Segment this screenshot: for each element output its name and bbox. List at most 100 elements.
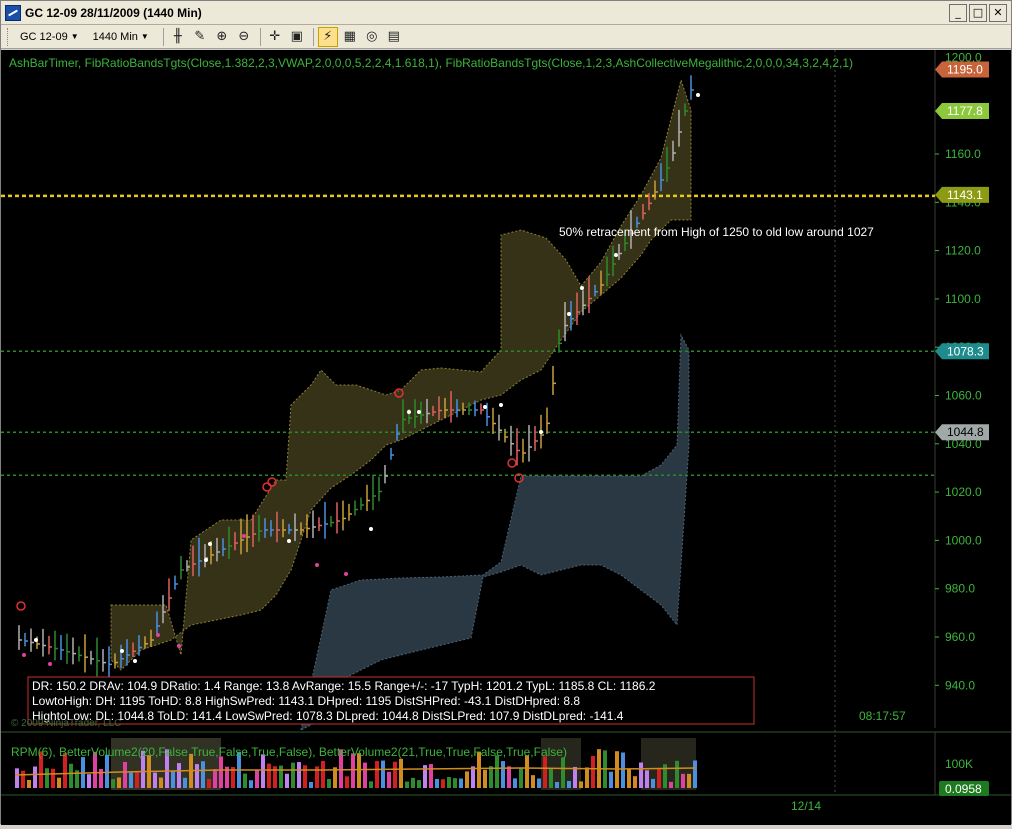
volume-bar <box>207 779 211 788</box>
price-tick-label: 980.0 <box>945 582 975 596</box>
zoom-in-icon[interactable]: ⊕ <box>212 27 232 47</box>
price-tick-label: 1020.0 <box>945 485 982 499</box>
volume-bar <box>561 757 565 788</box>
maximize-button[interactable]: □ <box>969 4 987 22</box>
volume-bar <box>555 781 559 788</box>
bar-dot <box>34 638 38 642</box>
volume-bar <box>579 781 583 788</box>
crosshair-icon[interactable]: ✛ <box>265 27 285 47</box>
volume-bar <box>489 766 493 788</box>
price-marker-label: 1177.8 <box>947 104 983 118</box>
chart-canvas[interactable]: 1160.01140.01120.01100.01080.01060.01040… <box>1 50 1011 825</box>
volume-bar <box>375 761 379 788</box>
bar-dot <box>499 403 503 407</box>
bar-dot <box>567 312 571 316</box>
info-box: DR: 150.2 DRAv: 104.9 DRatio: 1.4 Range:… <box>27 676 755 725</box>
volume-bar <box>609 771 613 788</box>
data-box-icon[interactable]: ▤ <box>384 27 404 47</box>
fib-bands <box>110 78 692 731</box>
retracement-annotation[interactable]: 50% retracement from High of 1250 to old… <box>559 225 874 239</box>
volume-bar <box>285 773 289 788</box>
volume-indicators-label[interactable]: RPM(6), BetterVolume2(20,False,True,Fals… <box>11 745 567 759</box>
strategies-icon[interactable]: ⚡ <box>317 26 338 47</box>
bar-dot-pink <box>315 563 319 567</box>
toolbar-separator <box>312 27 314 46</box>
price-marker-label: 1078.3 <box>947 344 984 358</box>
volume-bar <box>51 768 55 788</box>
chart-window: GC 12-09 28/11/2009 (1440 Min) _ □ ✕ GC … <box>0 0 1012 825</box>
bar-dot <box>287 539 291 543</box>
volume-bar <box>291 762 295 788</box>
volume-bar <box>429 764 433 788</box>
toolbar-grip[interactable] <box>7 27 10 46</box>
bar-dot <box>407 410 411 414</box>
volume-bar <box>201 761 205 788</box>
bar-timer: 08:17:57 <box>859 709 906 723</box>
bar-dot <box>204 558 208 562</box>
volume-bar <box>261 754 265 788</box>
price-tick-label: 1060.0 <box>945 389 982 403</box>
bar-type-icon[interactable]: ╫ <box>168 27 188 47</box>
volume-bar <box>567 781 571 788</box>
volume-bar <box>591 755 595 788</box>
volume-bar <box>369 781 373 788</box>
volume-bar <box>549 768 553 788</box>
volume-bar <box>543 756 547 788</box>
date-axis-label: 12/14 <box>791 799 821 813</box>
volume-bar <box>495 755 499 788</box>
close-button[interactable]: ✕ <box>989 4 1007 22</box>
bar-dot-pink <box>177 644 181 648</box>
price-chart[interactable]: 1160.01140.01120.01100.01080.01060.01040… <box>1 50 1011 825</box>
volume-bar <box>219 756 223 788</box>
instrument-selector[interactable]: GC 12-09 ▼ <box>16 28 83 46</box>
volume-bar <box>183 777 187 788</box>
bar-dot <box>614 253 618 257</box>
volume-bar <box>45 768 49 788</box>
info-box-row1: DR: 150.2 DRAv: 104.9 DRatio: 1.4 Range:… <box>32 679 656 693</box>
volume-bar <box>507 766 511 788</box>
volume-bar <box>159 777 163 788</box>
volume-bar <box>501 761 505 788</box>
swing-circle <box>507 458 517 468</box>
volume-bar <box>441 779 445 788</box>
properties-icon[interactable]: ▣ <box>287 27 307 47</box>
volume-bar <box>669 781 673 788</box>
chart-trader-icon[interactable]: ◎ <box>362 27 382 47</box>
volume-bar <box>279 765 283 788</box>
volume-marker: 0.0958 <box>939 781 989 796</box>
window-title: GC 12-09 28/11/2009 (1440 Min) <box>25 5 202 20</box>
volume-bar <box>123 761 127 788</box>
volume-bar <box>447 776 451 788</box>
volume-bar <box>213 769 217 788</box>
bar-dot <box>133 659 137 663</box>
drawing-tools-icon[interactable]: ✎ <box>190 27 210 47</box>
volume-bar <box>627 768 631 788</box>
volume-bar <box>657 769 661 788</box>
volume-bar <box>195 764 199 788</box>
volume-bar <box>435 778 439 788</box>
volume-bar <box>21 770 25 788</box>
volume-bar <box>267 763 271 788</box>
bar-dot-pink <box>48 662 52 666</box>
interval-selector[interactable]: 1440 Min ▼ <box>89 28 153 46</box>
volume-bar <box>249 780 253 788</box>
volume-bar <box>243 773 247 788</box>
volume-bar <box>303 765 307 788</box>
volume-bar <box>33 766 37 788</box>
zoom-out-icon[interactable]: ⊖ <box>234 27 254 47</box>
price-tick-label: 1000.0 <box>945 533 982 547</box>
volume-bar <box>633 776 637 788</box>
volume-bar <box>129 772 133 788</box>
volume-bar <box>621 752 625 788</box>
minimize-button[interactable]: _ <box>949 4 967 22</box>
indicators-label[interactable]: AshBarTimer, FibRatioBandsTgts(Close,1.3… <box>9 56 853 70</box>
volume-bar <box>519 767 523 788</box>
volume-bar <box>171 770 175 788</box>
chevron-down-icon: ▼ <box>70 32 79 41</box>
indicators-icon[interactable]: ▦ <box>340 27 360 47</box>
bar-dot <box>696 93 700 97</box>
volume-axis-label: 100K <box>945 757 973 771</box>
volume-bar <box>681 773 685 788</box>
volume-bar <box>537 778 541 788</box>
title-bar[interactable]: GC 12-09 28/11/2009 (1440 Min) _ □ ✕ <box>1 1 1011 25</box>
